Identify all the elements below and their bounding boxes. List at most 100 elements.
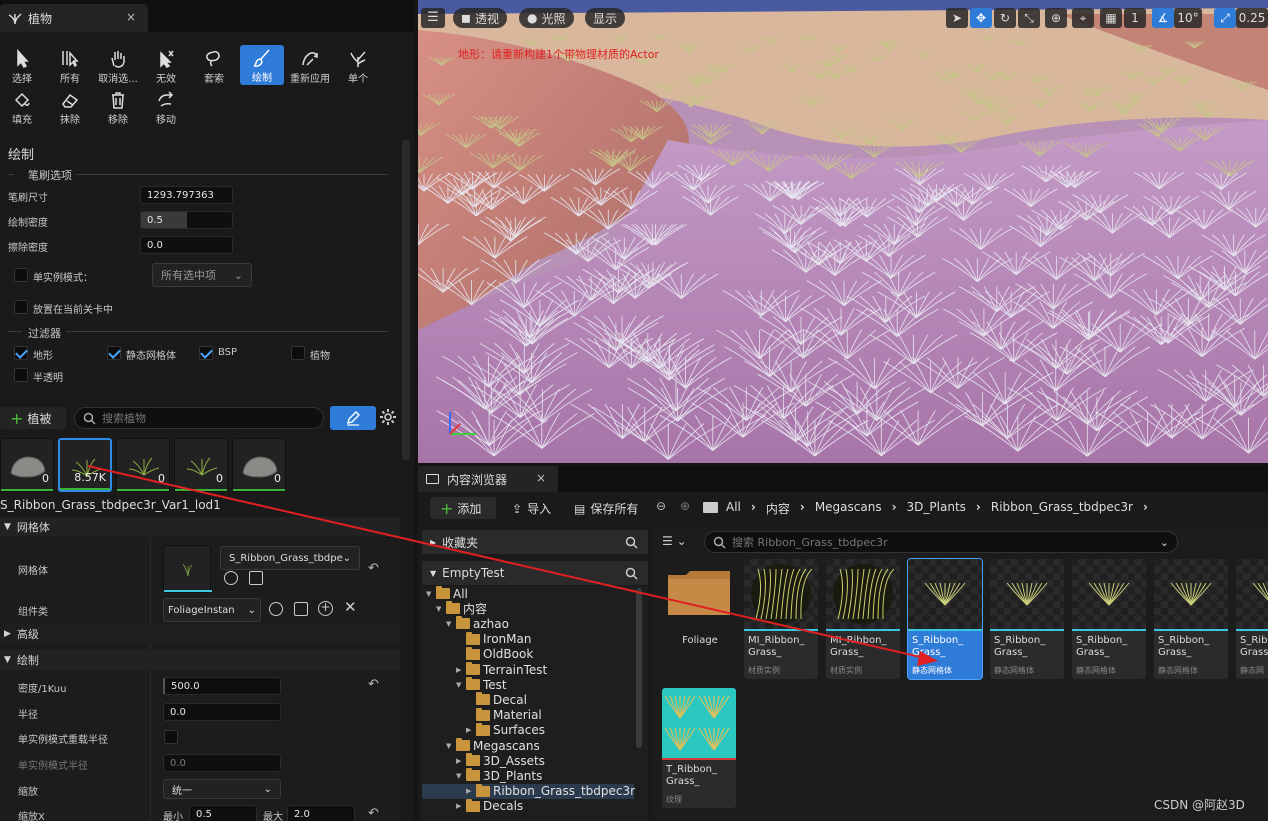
tool-invalid-button[interactable]: 无效 <box>144 46 188 86</box>
angle-snap-button[interactable]: ∡ <box>1152 8 1174 28</box>
chevron-right-icon[interactable]: ▶ <box>466 726 476 734</box>
tool-fill-button[interactable]: 填充 <box>0 87 44 127</box>
chevron-down-icon[interactable]: ▼ <box>426 590 436 598</box>
reset-arrow-icon[interactable]: ↶ <box>368 806 379 821</box>
browse-back-icon[interactable] <box>269 602 283 616</box>
tree-item[interactable]: ▼ 内容 <box>436 601 487 616</box>
tree-item[interactable]: ▶ 3D_Assets <box>456 753 545 768</box>
asset-tile[interactable]: S_Ribbon_ Grass_ 静态网格体 <box>1072 559 1146 679</box>
filter-button[interactable]: ☰ ⌄ <box>662 534 687 548</box>
save-all-button[interactable]: ▤ 保存所有 <box>574 500 638 517</box>
component-class-dropdown[interactable]: FoliageInstan ⌄ <box>163 598 261 622</box>
foliage-type-thumbnail[interactable]: 8.57K <box>58 438 112 492</box>
foliage-type-thumbnail[interactable]: 0 <box>0 438 54 492</box>
angle-size-button[interactable]: 10° <box>1174 8 1202 28</box>
single-radius-input[interactable]: 0.0 <box>163 754 281 772</box>
history-forward-button[interactable]: ⊕ <box>680 499 690 513</box>
filter-checkbox[interactable] <box>14 368 28 382</box>
foliage-search-input[interactable] <box>102 411 302 425</box>
search-icon[interactable] <box>625 567 638 580</box>
foliage-tab[interactable]: 植物 × <box>0 4 148 32</box>
breadcrumb-item[interactable]: 内容 <box>766 500 790 517</box>
scale-x-min-input[interactable]: 0.5 <box>189 805 257 821</box>
show-button[interactable]: 显示 <box>585 8 626 28</box>
search-icon[interactable] <box>625 536 638 549</box>
breadcrumb-item[interactable]: All <box>726 500 741 517</box>
select-mode-button[interactable]: ➤ <box>946 8 968 28</box>
chevron-right-icon[interactable]: ▶ <box>456 802 466 810</box>
filter-checkbox[interactable] <box>199 346 213 360</box>
tool-trash-button[interactable]: 移除 <box>96 87 140 127</box>
scaling-dropdown[interactable]: 统一 ⌄ <box>163 779 281 799</box>
tool-paint-brush-button[interactable]: 绘制 <box>240 45 284 85</box>
browse-asset-icon[interactable] <box>294 602 308 616</box>
add-circle-icon[interactable]: + <box>318 601 333 616</box>
foliage-paint-toggle-button[interactable] <box>330 406 376 430</box>
single-instance-checkbox[interactable] <box>14 268 28 282</box>
browse-back-icon[interactable] <box>224 571 238 585</box>
content-browser-tab[interactable]: 内容浏览器 × <box>418 466 558 492</box>
paint-density-slider[interactable]: 0.5 <box>140 211 233 229</box>
breadcrumb-item[interactable]: Ribbon_Grass_tbdpec3r <box>991 500 1133 517</box>
tree-item[interactable]: ▶ Surfaces <box>466 722 545 738</box>
foliage-search-box[interactable] <box>74 407 324 429</box>
rotate-mode-button[interactable]: ↻ <box>994 8 1016 28</box>
surface-snap-button[interactable]: ⌖ <box>1072 8 1094 28</box>
foliage-tab-close-button[interactable]: × <box>126 10 136 24</box>
scale-x-max-input[interactable]: 2.0 <box>287 805 355 821</box>
foliage-type-thumbnail[interactable]: 0 <box>116 438 170 492</box>
lighting-button[interactable]: ● 光照 <box>519 8 574 28</box>
chevron-down-icon[interactable]: ⌄ <box>1160 536 1169 549</box>
radius-input[interactable]: 0.0 <box>163 703 281 721</box>
browse-asset-icon[interactable] <box>249 571 263 585</box>
place-in-level-checkbox[interactable] <box>14 300 28 314</box>
tree-item[interactable]: OldBook <box>456 646 533 662</box>
single-override-checkbox[interactable] <box>164 730 178 744</box>
single-instance-dropdown[interactable]: 所有选中项 ⌄ <box>152 263 252 287</box>
tool-reapply-button[interactable]: 重新应用 <box>288 46 332 86</box>
foliage-type-thumbnail[interactable]: 0 <box>174 438 228 492</box>
foliage-type-thumbnail[interactable]: 0 <box>232 438 286 492</box>
tool-lasso-button[interactable]: 套索 <box>192 46 236 86</box>
scale-size-button[interactable]: 0.25 <box>1236 8 1268 28</box>
tool-select-all-button[interactable]: 所有 <box>48 46 92 86</box>
scale-snap-button[interactable]: ⤢ <box>1214 8 1236 28</box>
chevron-down-icon[interactable]: ▼ <box>456 681 466 689</box>
chevron-down-icon[interactable]: ▼ <box>456 772 466 780</box>
level-viewport[interactable]: ☰ ◼ 透视 ● 光照 显示 ➤ ✥ ↻ ⤡ ⊕ ⌖ ▦ 1 ∡ 10° ⤢ 0… <box>418 0 1268 463</box>
perspective-button[interactable]: ◼ 透视 <box>453 8 507 28</box>
tool-cursor-button[interactable]: 选择 <box>0 46 44 86</box>
breadcrumb-item[interactable]: Megascans <box>815 500 882 517</box>
tree-item[interactable]: ▶ Ribbon_Grass_tbdpec3r <box>466 783 635 799</box>
favorites-header[interactable]: ▶ 收藏夹 <box>422 530 648 554</box>
tree-item[interactable]: ▼ azhao <box>446 616 509 631</box>
asset-search-box[interactable]: ⌄ <box>704 531 1178 553</box>
mesh-dropdown[interactable]: S_Ribbon_Grass_tbdpe ⌄ <box>220 546 360 570</box>
breadcrumb-item[interactable]: 3D_Plants <box>907 500 966 517</box>
tree-item[interactable]: IronMan <box>456 631 531 647</box>
asset-tile[interactable]: S_Ribbon_ Grass_ 静态网格体 <box>990 559 1064 679</box>
filter-checkbox[interactable] <box>14 346 28 360</box>
import-button[interactable]: ⇪ 导入 <box>512 500 551 517</box>
chevron-down-icon[interactable]: ▼ <box>436 605 446 613</box>
chevron-right-icon[interactable]: ▶ <box>466 787 476 795</box>
add-button[interactable]: + 添加 <box>430 497 496 519</box>
scale-mode-button[interactable]: ⤡ <box>1018 8 1040 28</box>
foliage-settings-button[interactable] <box>379 408 397 426</box>
chevron-down-icon[interactable]: ▼ <box>446 742 456 750</box>
mesh-preview[interactable] <box>163 545 212 593</box>
density-input[interactable]: 500.0 <box>163 677 281 695</box>
tree-item[interactable]: ▶ TerrainTest <box>456 662 547 677</box>
asset-tile[interactable]: S_Ribbon_ Grass_ 静态网格体 <box>1154 559 1228 679</box>
tree-item[interactable]: ▶ Decals <box>456 798 523 814</box>
tool-move-button[interactable]: 移动 <box>144 87 188 127</box>
add-foliage-button[interactable]: + 植被 <box>0 407 66 429</box>
chevron-down-icon[interactable]: ▼ <box>446 620 456 628</box>
asset-tile[interactable]: S_Ribbon_ Grass_ 静态网格体 <box>907 558 983 680</box>
brush-size-input[interactable]: 1293.797363 <box>140 186 233 204</box>
tree-item[interactable]: ▼ All <box>426 586 468 601</box>
filter-checkbox[interactable] <box>291 346 305 360</box>
asset-tile[interactable]: Foliage <box>662 559 736 649</box>
tool-eraser-button[interactable]: 抹除 <box>48 87 92 127</box>
translate-mode-button[interactable]: ✥ <box>970 8 992 28</box>
